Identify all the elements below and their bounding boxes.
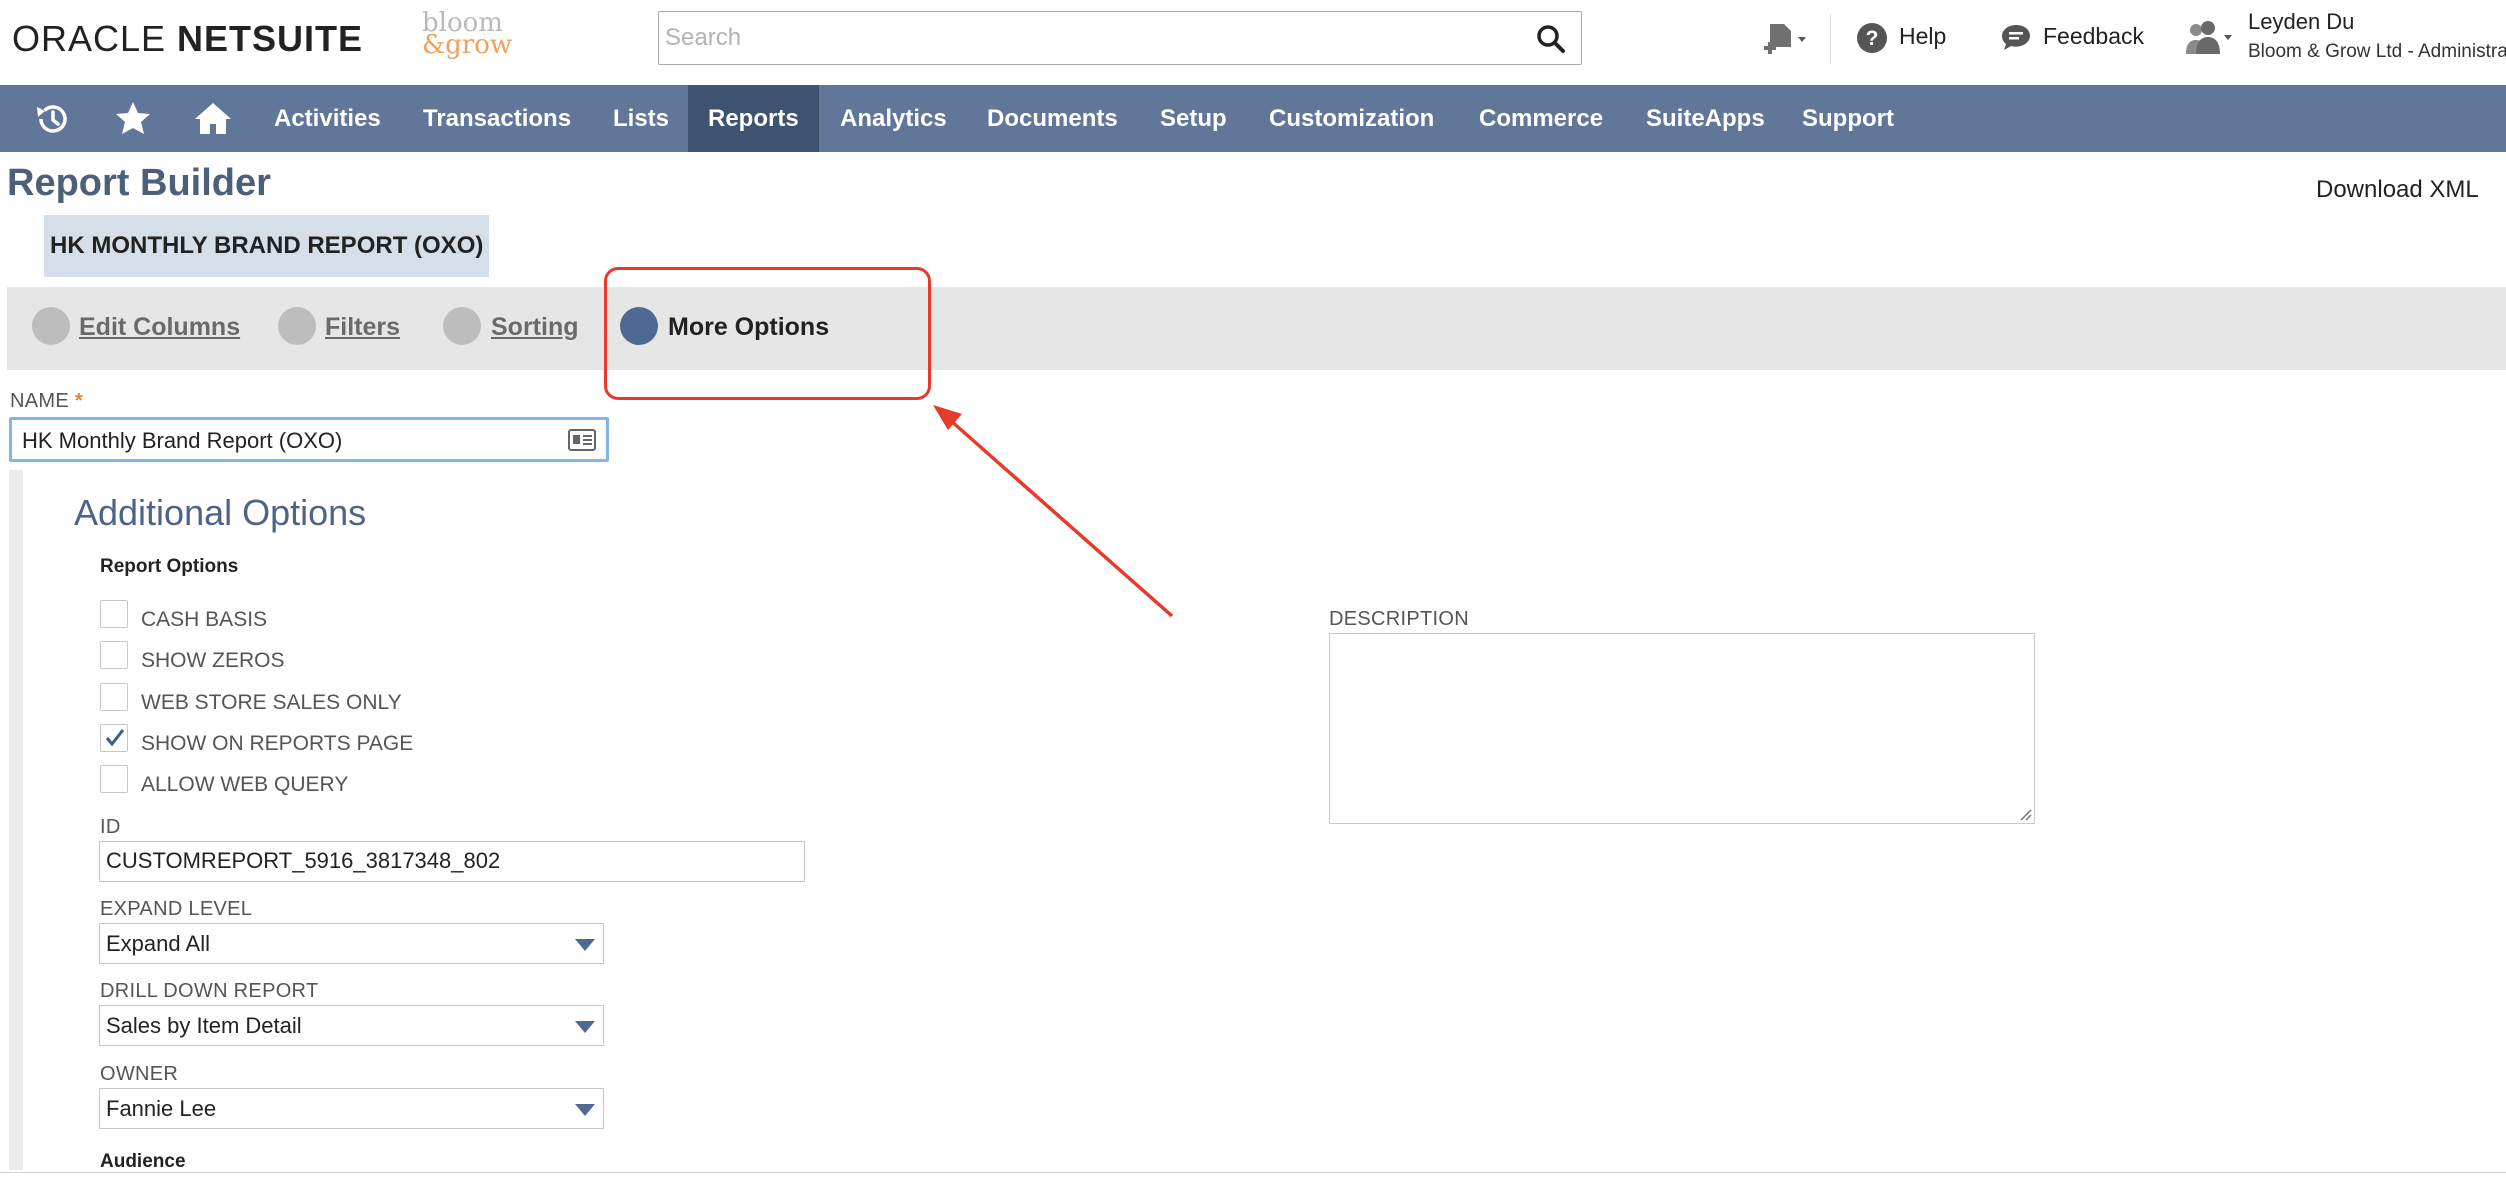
id-label: ID: [100, 816, 121, 838]
logo-oracle-text: ORACLE: [12, 18, 178, 59]
nav-transactions[interactable]: Transactions: [403, 85, 591, 152]
owner-value: Fannie Lee: [106, 1096, 217, 1121]
description-textarea[interactable]: [1329, 633, 2035, 824]
logo-netsuite-text: NETSUITE: [177, 18, 364, 59]
expand-level-value: Expand All: [106, 931, 210, 956]
required-star: *: [74, 390, 83, 412]
step-edit-columns[interactable]: Edit Columns: [79, 313, 240, 342]
step-edit-columns-dot: [32, 307, 70, 345]
name-label-text: NAME: [10, 390, 69, 412]
cash-basis-label: CASH BASIS: [141, 608, 268, 631]
allow-web-query-checkbox[interactable]: [100, 765, 128, 793]
nav-support[interactable]: Support: [1782, 85, 1914, 152]
name-input[interactable]: [22, 426, 562, 456]
annotation-highlight-box: [604, 267, 931, 400]
nav-customization[interactable]: Customization: [1249, 85, 1454, 152]
home-icon[interactable]: [193, 99, 233, 139]
additional-options-title: Additional Options: [74, 492, 367, 533]
recent-records-icon[interactable]: [33, 99, 73, 139]
search-icon[interactable]: [1535, 23, 1567, 55]
help-icon[interactable]: ?: [1856, 22, 1888, 54]
step-sorting[interactable]: Sorting: [491, 313, 579, 342]
help-link[interactable]: Help: [1899, 23, 1946, 50]
owner-select[interactable]: Fannie Lee: [99, 1088, 604, 1129]
user-role[interactable]: Bloom & Grow Ltd - Administrator: [2248, 41, 2506, 63]
dropdown-caret-icon[interactable]: [575, 939, 595, 951]
feedback-icon[interactable]: [2000, 23, 2032, 53]
feedback-link[interactable]: Feedback: [2043, 23, 2144, 50]
show-zeros-checkbox[interactable]: [100, 641, 128, 669]
show-zeros-label: SHOW ZEROS: [141, 649, 285, 672]
nav-activities[interactable]: Activities: [254, 85, 401, 152]
name-field[interactable]: [9, 417, 609, 462]
page-bottom-divider: [0, 1172, 2506, 1173]
header-divider: [1830, 14, 1831, 64]
show-on-reports-page-label: SHOW ON REPORTS PAGE: [141, 732, 414, 755]
audience-title: Audience: [100, 1151, 186, 1172]
checkmark-icon: [105, 729, 125, 747]
favorites-star-icon[interactable]: [113, 99, 153, 139]
user-menu-icon[interactable]: [2184, 20, 2236, 56]
nav-reports[interactable]: Reports: [688, 85, 819, 152]
create-new-icon[interactable]: [1762, 22, 1810, 62]
nav-documents[interactable]: Documents: [967, 85, 1138, 152]
drill-down-report-value: Sales by Item Detail: [106, 1013, 302, 1038]
annotation-arrow: [933, 405, 1174, 618]
cash-basis-checkbox[interactable]: [100, 600, 128, 628]
report-options-title: Report Options: [100, 556, 239, 577]
page-title: Report Builder: [7, 162, 271, 204]
expand-level-select[interactable]: Expand All: [99, 923, 604, 964]
allow-web-query-label: ALLOW WEB QUERY: [141, 773, 349, 796]
dropdown-caret-icon[interactable]: [575, 1104, 595, 1116]
nav-lists[interactable]: Lists: [593, 85, 689, 152]
owner-label: OWNER: [100, 1063, 179, 1085]
show-on-reports-page-checkbox[interactable]: [100, 724, 128, 752]
section-rail: [9, 470, 23, 1170]
main-nav: Activities Transactions Lists Reports An…: [0, 85, 2506, 152]
step-filters[interactable]: Filters: [325, 313, 400, 342]
step-filters-dot: [278, 307, 316, 345]
nav-suiteapps[interactable]: SuiteApps: [1626, 85, 1785, 152]
company-logo: bloom &grow: [422, 10, 513, 62]
drill-down-report-label: DRILL DOWN REPORT: [100, 980, 319, 1002]
multilanguage-card-icon[interactable]: [568, 428, 596, 452]
search-input[interactable]: [665, 18, 1525, 58]
drill-down-report-select[interactable]: Sales by Item Detail: [99, 1005, 604, 1046]
nav-commerce[interactable]: Commerce: [1459, 85, 1623, 152]
description-label: DESCRIPTION: [1329, 608, 1469, 630]
user-name[interactable]: Leyden Du: [2248, 9, 2354, 35]
report-name-tab[interactable]: HK MONTHLY BRAND REPORT (OXO): [44, 215, 490, 277]
id-field[interactable]: CUSTOMREPORT_5916_3817348_802: [99, 841, 805, 882]
web-store-sales-only-label: WEB STORE SALES ONLY: [141, 691, 402, 714]
netsuite-logo[interactable]: ORACLE NETSUITE: [12, 18, 363, 60]
global-search[interactable]: [658, 11, 1582, 65]
name-label: NAME *: [10, 390, 83, 413]
download-xml-link[interactable]: Download XML: [2316, 176, 2479, 204]
dropdown-caret-icon[interactable]: [575, 1021, 595, 1033]
expand-level-label: EXPAND LEVEL: [100, 898, 253, 920]
resize-grip-icon[interactable]: [2018, 807, 2032, 821]
svg-text:?: ?: [1866, 27, 1879, 50]
step-sorting-dot: [443, 307, 481, 345]
company-logo-line2: &grow: [422, 30, 513, 60]
nav-analytics[interactable]: Analytics: [820, 85, 967, 152]
nav-setup[interactable]: Setup: [1140, 85, 1247, 152]
web-store-sales-only-checkbox[interactable]: [100, 683, 128, 711]
top-header: ORACLE NETSUITE bloom &grow ? Help Feedb…: [0, 0, 2506, 85]
